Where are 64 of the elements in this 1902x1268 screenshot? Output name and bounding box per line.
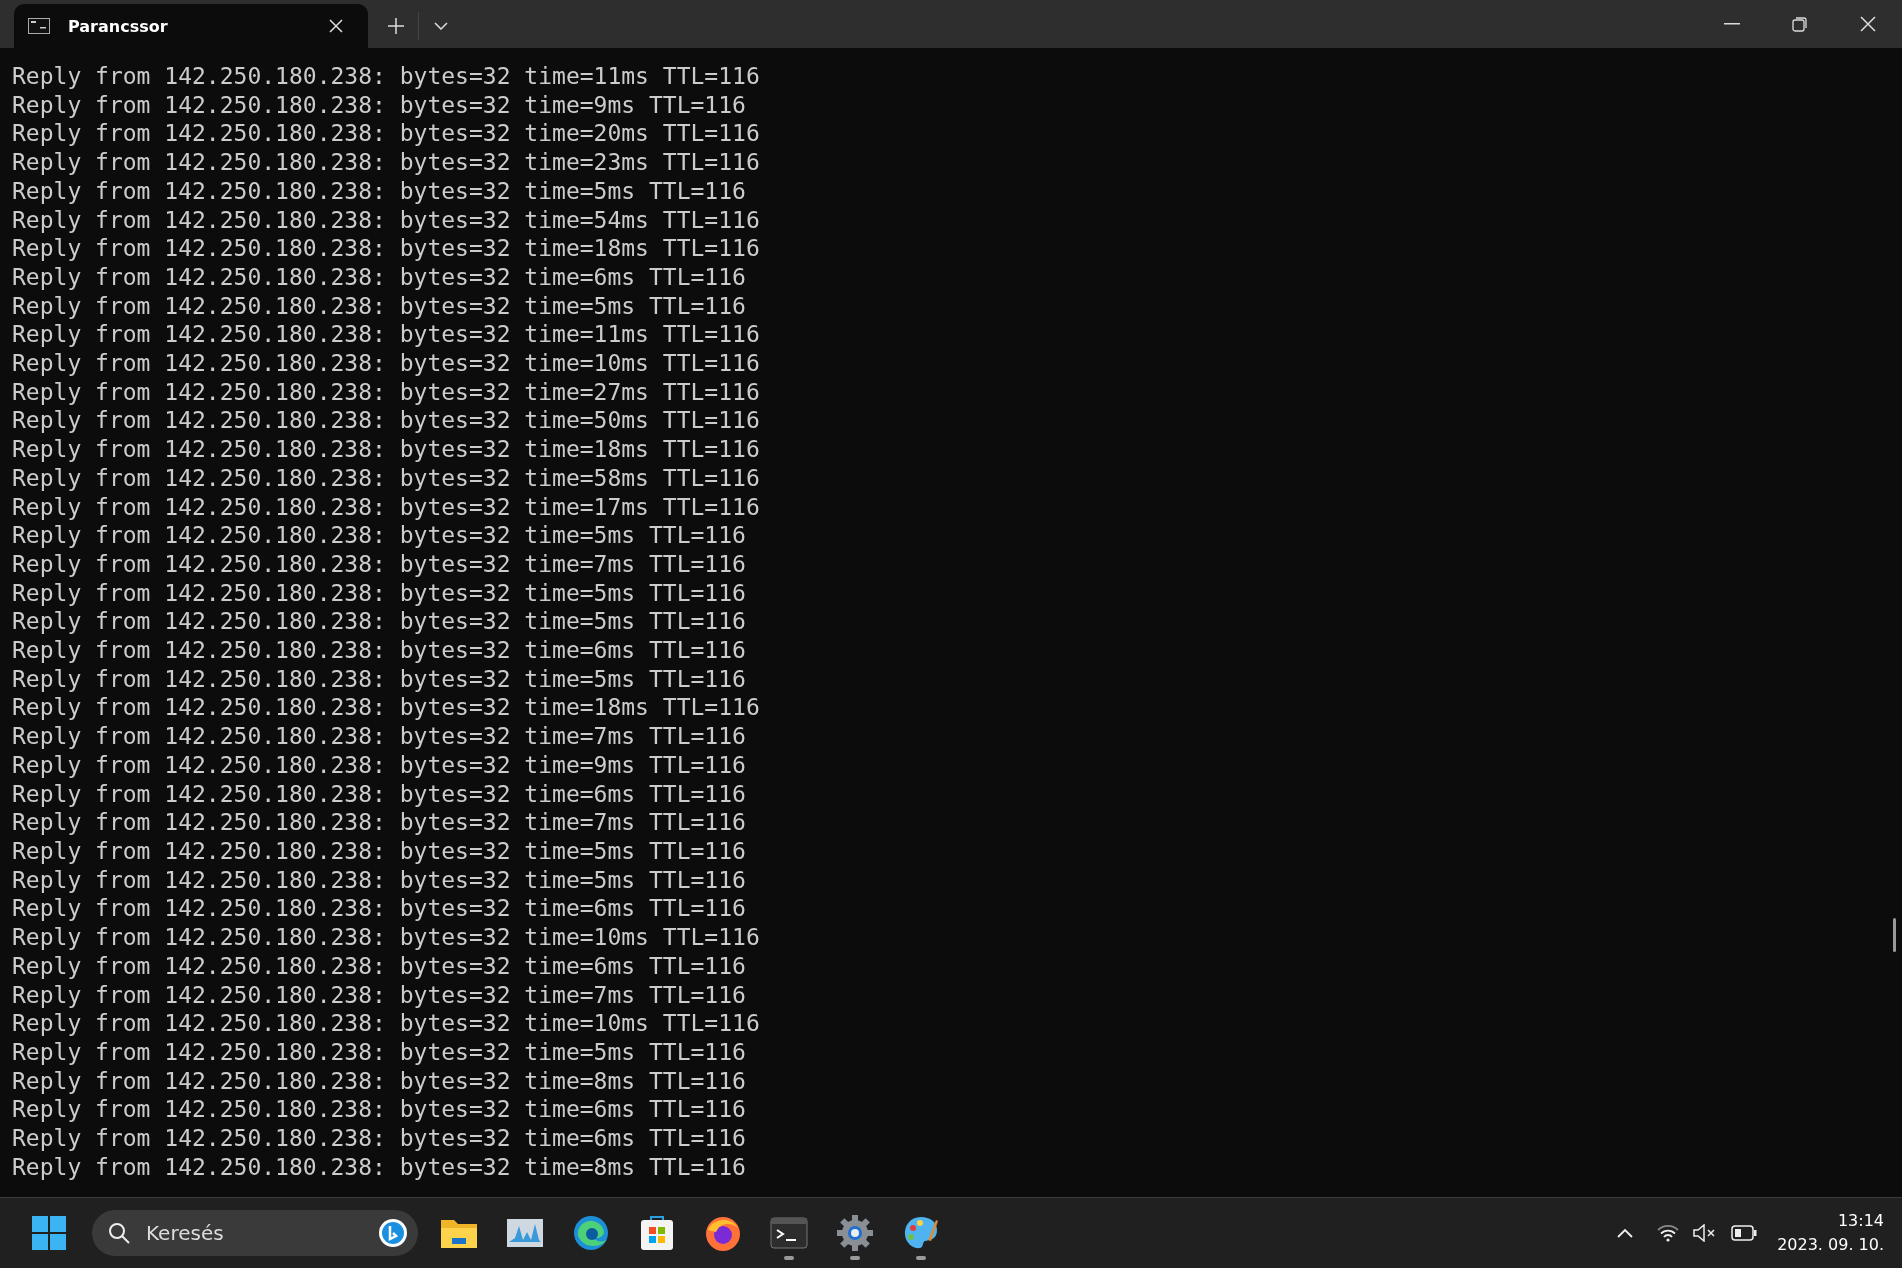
battery-icon[interactable] [1731,1225,1758,1241]
console-line: Reply from 142.250.180.238: bytes=32 time=23ms TTL=116 [12,148,761,177]
close-icon [329,19,343,33]
console-line: Reply from 142.250.180.238: bytes=32 time=5ms TTL=116 [12,837,747,866]
console-line: Reply from 142.250.180.238: bytes=32 time=9ms TTL=116 [12,750,747,780]
clock-date: 2023. 09. 10. [1777,1234,1884,1256]
console-line: Reply from 142.250.180.238: bytes=32 time=10ms TTL=116 [12,923,761,952]
minimize-icon [1724,23,1740,25]
console-line: Reply from 142.250.180.238: bytes=32 time=6ms TTL=116 [12,894,747,924]
console-line: Reply from 142.250.180.238: bytes=32 time=7ms TTL=116 [12,808,747,837]
console-line: Reply from 142.250.180.238: bytes=32 time=18ms TTL=116 [12,435,761,464]
console-line: Reply from 142.250.180.238: bytes=32 time=5ms TTL=116 [12,1037,747,1067]
restore-icon [1792,16,1808,32]
console-line: Reply from 142.250.180.238: bytes=32 time=9ms TTL=116 [12,90,747,120]
console-line: Reply from 142.250.180.238: bytes=32 time=54ms TTL=116 [12,205,761,235]
console-line: Reply from 142.250.180.238: bytes=32 time=5ms TTL=116 [12,578,747,608]
wifi-icon[interactable] [1657,1224,1680,1242]
console-line: Reply from 142.250.180.238: bytes=32 time=7ms TTL=116 [12,980,747,1010]
terminal-icon [770,1217,808,1249]
close-icon [1860,16,1876,32]
console-line: Reply from 142.250.180.238: bytes=32 time=5ms TTL=116 [12,521,747,550]
search-icon [108,1222,130,1244]
console-line: Reply from 142.250.180.238: bytes=32 time=6ms TTL=116 [12,1124,747,1153]
muted-speaker-icon[interactable] [1693,1224,1718,1242]
plus-icon [388,18,404,34]
console-line: Reply from 142.250.180.238: bytes=32 time=11ms TTL=116 [12,62,761,91]
console-line: Reply from 142.250.180.238: bytes=32 time=8ms TTL=116 [12,1152,747,1182]
console-line: Reply from 142.250.180.238: bytes=32 time=7ms TTL=116 [12,722,747,751]
console-line: Reply from 142.250.180.238: bytes=32 time=6ms TTL=116 [12,951,747,981]
console-line: Reply from 142.250.180.238: bytes=32 time=8ms TTL=116 [12,1066,747,1096]
console-line: Reply from 142.250.180.238: bytes=32 time=5ms TTL=116 [12,291,747,321]
console-line: Reply from 142.250.180.238: bytes=32 time=6ms TTL=116 [12,779,747,809]
search-field[interactable]: Keresés [144,1220,364,1246]
console-line: Reply from 142.250.180.238: bytes=32 time=10ms TTL=116 [12,1009,761,1038]
chevron-down-icon [434,22,448,30]
console-line: Reply from 142.250.180.238: bytes=32 time=50ms TTL=116 [12,406,761,436]
console-line: Reply from 142.250.180.238: bytes=32 time=10ms TTL=116 [12,349,761,378]
scrollbar-thumb[interactable] [1893,918,1896,952]
clock[interactable]: 13:14 2023. 09. 10. [1777,1209,1884,1257]
console-line: Reply from 142.250.180.238: bytes=32 time=11ms TTL=116 [12,320,761,350]
console-line: Reply from 142.250.180.238: bytes=32 time=5ms TTL=116 [12,176,747,206]
clock-time: 13:14 [1837,1210,1884,1232]
console-line: Reply from 142.250.180.238: bytes=32 time=5ms TTL=116 [12,664,747,694]
console-line: Reply from 142.250.180.238: bytes=32 time=6ms TTL=116 [12,1095,747,1124]
console-line: Reply from 142.250.180.238: bytes=32 time=58ms TTL=116 [12,463,761,493]
console-line: Reply from 142.250.180.238: bytes=32 time=17ms TTL=116 [12,492,761,522]
store-icon [639,1214,675,1252]
console-icon [28,18,50,34]
console-line: Reply from 142.250.180.238: bytes=32 time=5ms TTL=116 [12,607,747,637]
console-line: Reply from 142.250.180.238: bytes=32 time=6ms TTL=116 [12,262,747,292]
console-line: Reply from 142.250.180.238: bytes=32 time=20ms TTL=116 [12,119,761,149]
tab-title: Parancssor [68,16,169,36]
console-line: Reply from 142.250.180.238: bytes=32 time=18ms TTL=116 [12,234,761,263]
windows-logo-icon [32,1216,66,1250]
console-line: Reply from 142.250.180.238: bytes=32 time=27ms TTL=116 [12,377,761,407]
console-line: Reply from 142.250.180.238: bytes=32 time=18ms TTL=116 [12,693,761,723]
gear-icon [836,1214,874,1252]
console-line: Reply from 142.250.180.238: bytes=32 time=5ms TTL=116 [12,865,747,895]
console-line: Reply from 142.250.180.238: bytes=32 time=7ms TTL=116 [12,549,747,579]
search-box[interactable]: Keresés [92,1210,418,1256]
performance-monitor-icon [506,1218,544,1248]
browser-icon [572,1214,610,1252]
terminal-tab[interactable]: Parancssor [14,4,368,48]
console-line: Reply from 142.250.180.238: bytes=32 time=6ms TTL=116 [12,636,747,665]
